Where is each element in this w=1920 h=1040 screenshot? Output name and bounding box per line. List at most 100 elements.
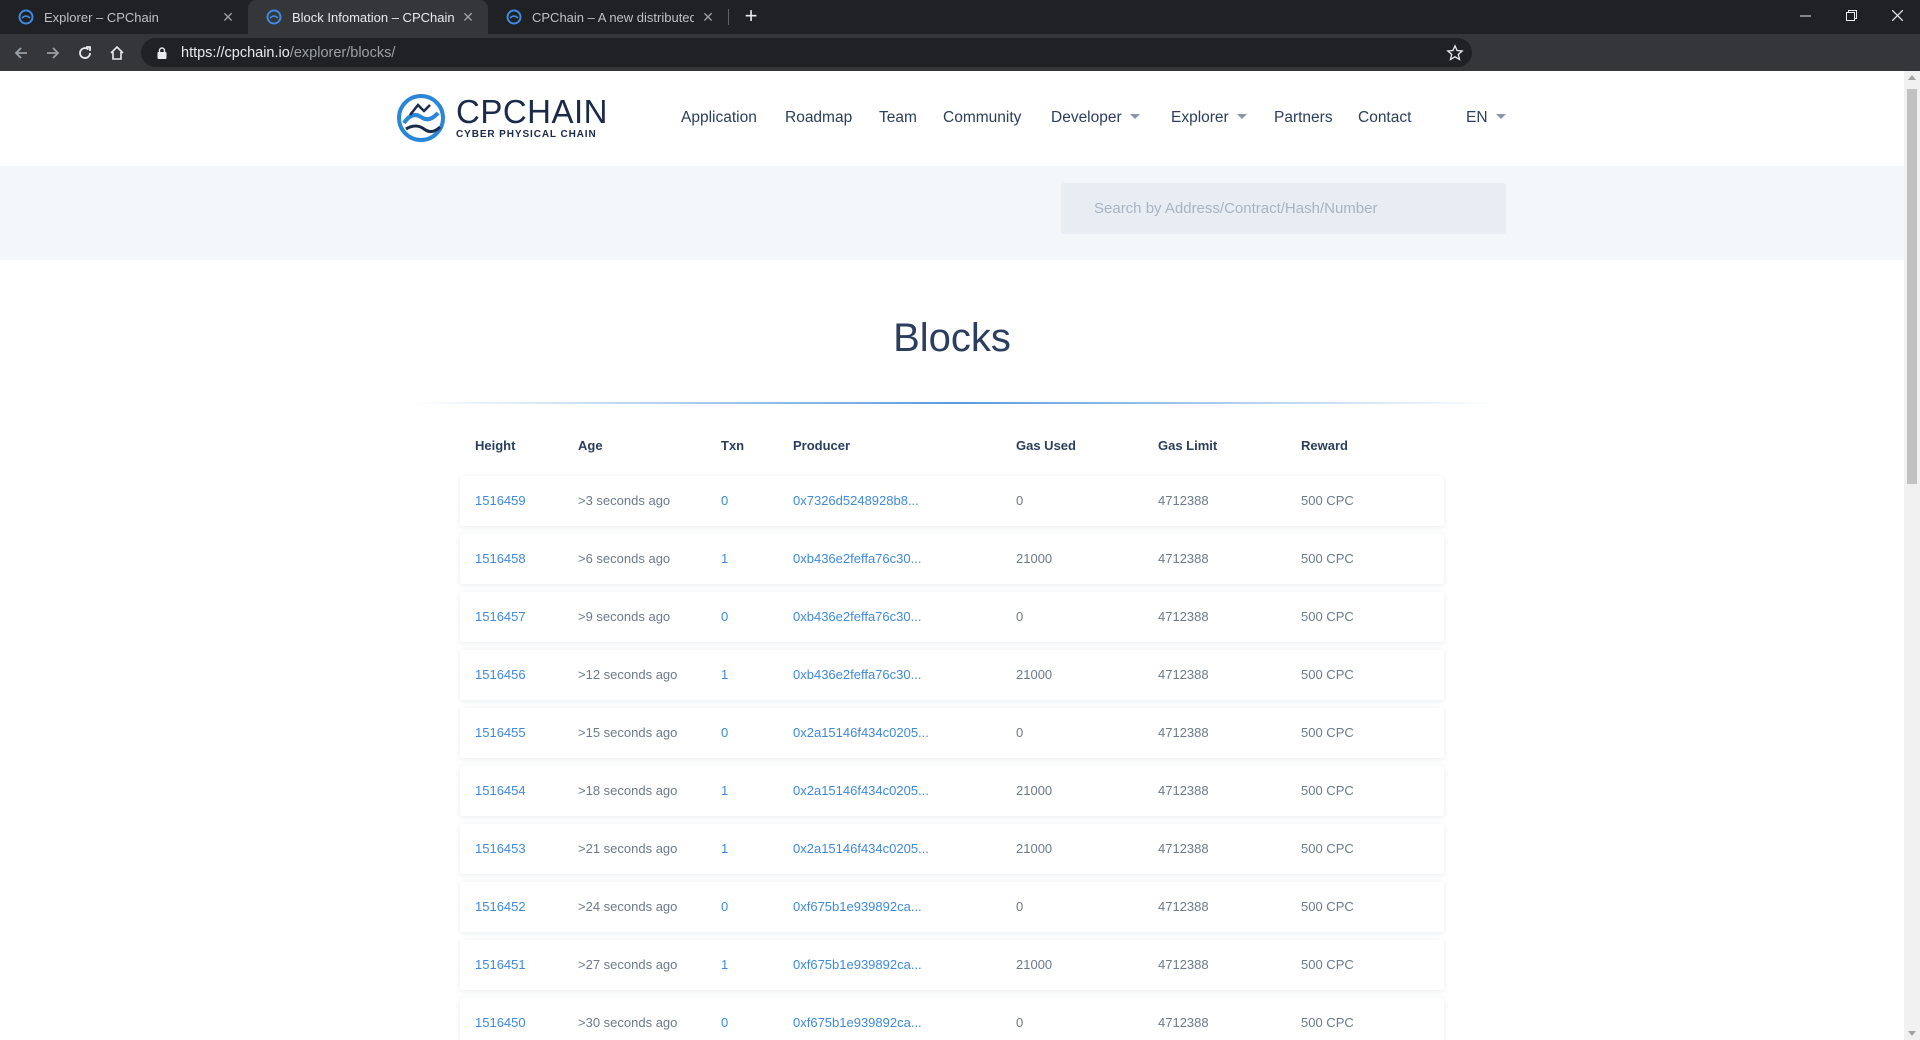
block-txn-link[interactable]: 1	[721, 667, 728, 682]
url-base: https://cpchain.io	[181, 44, 290, 61]
block-age: >18 seconds ago	[578, 783, 678, 798]
nav-explorer-label: Explorer	[1171, 109, 1229, 126]
browser-tab-explorer[interactable]: Explorer – CPChain ✕	[0, 0, 248, 34]
block-age: >3 seconds ago	[578, 493, 671, 508]
block-reward: 500 CPC	[1301, 841, 1354, 856]
nav-community[interactable]: Community	[943, 109, 1021, 127]
block-producer-link[interactable]: 0x2a15146f434c0205...	[793, 725, 929, 740]
scroll-down-arrow-icon[interactable]	[1908, 1031, 1916, 1036]
block-producer-link[interactable]: 0xb436e2feffa76c30...	[793, 667, 921, 682]
block-producer-link[interactable]: 0x2a15146f434c0205...	[793, 783, 929, 798]
close-tab-icon[interactable]: ✕	[460, 9, 476, 26]
block-height-link[interactable]: 1516457	[475, 609, 526, 624]
block-producer-link[interactable]: 0x2a15146f434c0205...	[793, 841, 929, 856]
block-height-link[interactable]: 1516452	[475, 899, 526, 914]
nav-contact[interactable]: Contact	[1358, 109, 1411, 127]
page-title: Blocks	[893, 316, 1011, 360]
scrollbar-thumb[interactable]	[1907, 89, 1917, 484]
search-input[interactable]	[1061, 183, 1506, 234]
column-header-age: Age	[578, 438, 603, 453]
block-height-link[interactable]: 1516458	[475, 551, 526, 566]
restore-window-button[interactable]	[1828, 0, 1874, 30]
browser-toolbar: https://cpchain.io/explorer/blocks/ J ⋮	[0, 34, 1920, 96]
block-gas-used: 21000	[1016, 667, 1053, 682]
minimize-icon	[1799, 15, 1811, 16]
close-tab-icon[interactable]: ✕	[700, 9, 716, 26]
nav-partners[interactable]: Partners	[1274, 109, 1333, 127]
browser-tab-block-info[interactable]: Block Infomation – CPChain ✕	[248, 0, 488, 34]
home-icon	[110, 45, 124, 60]
block-height-link[interactable]: 1516453	[475, 841, 526, 856]
language-selector[interactable]: EN	[1466, 109, 1506, 127]
block-gas-limit: 4712388	[1158, 957, 1209, 972]
block-height-link[interactable]: 1516459	[475, 493, 526, 508]
scroll-up-arrow-icon[interactable]	[1908, 75, 1916, 80]
block-txn-link[interactable]: 0	[721, 725, 728, 740]
block-producer-link[interactable]: 0xb436e2feffa76c30...	[793, 551, 921, 566]
back-button[interactable]	[8, 40, 34, 66]
block-gas-used: 21000	[1016, 957, 1053, 972]
nav-developer-label: Developer	[1051, 109, 1122, 126]
close-tab-icon[interactable]: ✕	[220, 9, 236, 26]
nav-application[interactable]: Application	[681, 109, 757, 127]
block-txn-link[interactable]: 1	[721, 783, 728, 798]
nav-roadmap[interactable]: Roadmap	[785, 109, 852, 127]
cpchain-logo[interactable]: CPCHAIN CYBER PHYSICAL CHAIN	[396, 93, 608, 143]
block-age: >24 seconds ago	[578, 899, 678, 914]
block-producer-link[interactable]: 0xf675b1e939892ca...	[793, 899, 922, 914]
home-button[interactable]	[104, 40, 130, 66]
block-age: >6 seconds ago	[578, 551, 671, 566]
block-txn-link[interactable]: 0	[721, 1015, 728, 1030]
block-producer-link[interactable]: 0xb436e2feffa76c30...	[793, 609, 921, 624]
table-header: Height Age Txn Producer Gas Used Gas Lim…	[460, 426, 1444, 476]
new-tab-button[interactable]: +	[738, 4, 764, 30]
table-row: 1516451 >27 seconds ago 1 0xf675b1e93989…	[460, 940, 1444, 990]
cpchain-favicon-icon	[506, 9, 522, 25]
search-band	[0, 166, 1904, 260]
address-bar[interactable]: https://cpchain.io/explorer/blocks/	[141, 38, 1472, 67]
block-gas-limit: 4712388	[1158, 667, 1209, 682]
block-height-link[interactable]: 1516450	[475, 1015, 526, 1030]
close-window-button[interactable]	[1874, 0, 1920, 30]
column-header-height: Height	[475, 438, 516, 453]
close-icon	[1891, 9, 1903, 21]
browser-tab-cpchain-home[interactable]: CPChain – A new distributed in ✕	[488, 0, 728, 34]
block-txn-link[interactable]: 0	[721, 899, 728, 914]
block-height-link[interactable]: 1516455	[475, 725, 526, 740]
table-row: 1516455 >15 seconds ago 0 0x2a15146f434c…	[460, 708, 1444, 758]
block-reward: 500 CPC	[1301, 957, 1354, 972]
block-age: >12 seconds ago	[578, 667, 678, 682]
tab-title: CPChain – A new distributed in	[532, 9, 694, 25]
vertical-scrollbar[interactable]	[1904, 71, 1920, 1040]
block-reward: 500 CPC	[1301, 493, 1354, 508]
block-gas-used: 0	[1016, 1015, 1024, 1030]
block-reward: 500 CPC	[1301, 783, 1354, 798]
block-txn-link[interactable]: 0	[721, 609, 728, 624]
block-producer-link[interactable]: 0xf675b1e939892ca...	[793, 957, 922, 972]
reload-button[interactable]	[72, 40, 98, 66]
block-producer-link[interactable]: 0x7326d5248928b8...	[793, 493, 919, 508]
block-txn-link[interactable]: 1	[721, 841, 728, 856]
nav-developer[interactable]: Developer	[1051, 109, 1140, 127]
block-gas-used: 21000	[1016, 551, 1053, 566]
block-producer-link[interactable]: 0xf675b1e939892ca...	[793, 1015, 922, 1030]
restore-icon	[1845, 9, 1857, 21]
chevron-down-icon	[1495, 114, 1506, 119]
cpchain-logo-icon	[397, 94, 445, 142]
block-txn-link[interactable]: 1	[721, 551, 728, 566]
table-row: 1516458 >6 seconds ago 1 0xb436e2feffa76…	[460, 534, 1444, 584]
block-height-link[interactable]: 1516451	[475, 957, 526, 972]
forward-button[interactable]	[40, 40, 66, 66]
nav-team[interactable]: Team	[879, 109, 917, 127]
bookmark-star-icon[interactable]	[1446, 44, 1464, 62]
block-gas-limit: 4712388	[1158, 841, 1209, 856]
block-gas-limit: 4712388	[1158, 493, 1209, 508]
block-txn-link[interactable]: 0	[721, 493, 728, 508]
block-height-link[interactable]: 1516454	[475, 783, 526, 798]
block-height-link[interactable]: 1516456	[475, 667, 526, 682]
minimize-window-button[interactable]	[1782, 0, 1828, 30]
title-divider	[410, 402, 1500, 404]
block-txn-link[interactable]: 1	[721, 957, 728, 972]
nav-explorer[interactable]: Explorer	[1171, 109, 1247, 127]
block-gas-limit: 4712388	[1158, 725, 1209, 740]
